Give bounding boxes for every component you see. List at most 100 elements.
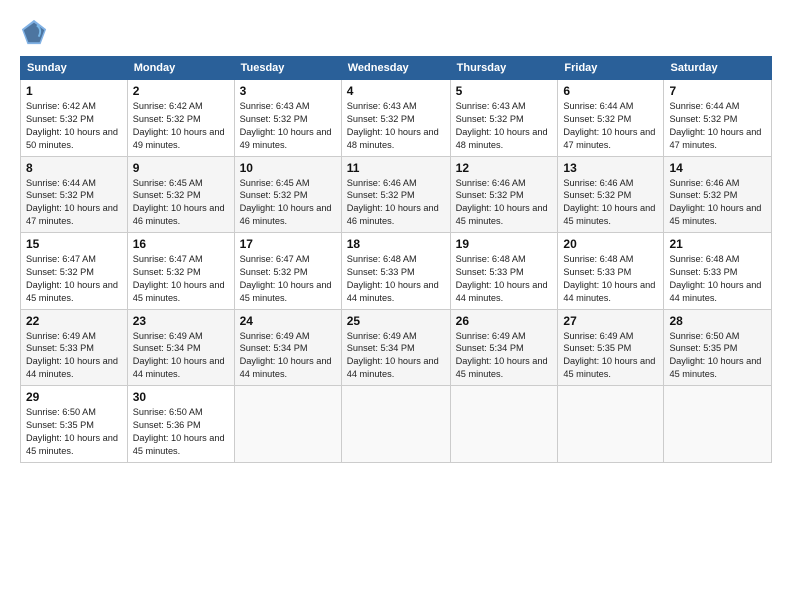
calendar-header-row: SundayMondayTuesdayWednesdayThursdayFrid… — [21, 57, 772, 80]
weekday-header: Thursday — [450, 57, 558, 80]
day-info: Sunrise: 6:49 AMSunset: 5:33 PMDaylight:… — [26, 330, 122, 382]
day-info: Sunrise: 6:49 AMSunset: 5:34 PMDaylight:… — [347, 330, 445, 382]
weekday-header: Sunday — [21, 57, 128, 80]
calendar-cell: 28 Sunrise: 6:50 AMSunset: 5:35 PMDaylig… — [664, 309, 772, 386]
calendar-cell: 27 Sunrise: 6:49 AMSunset: 5:35 PMDaylig… — [558, 309, 664, 386]
calendar-cell: 6 Sunrise: 6:44 AMSunset: 5:32 PMDayligh… — [558, 80, 664, 157]
calendar-cell: 1 Sunrise: 6:42 AMSunset: 5:32 PMDayligh… — [21, 80, 128, 157]
calendar-cell — [234, 386, 341, 463]
day-number: 21 — [669, 237, 766, 251]
calendar-cell: 9 Sunrise: 6:45 AMSunset: 5:32 PMDayligh… — [127, 156, 234, 233]
calendar-week-row: 8 Sunrise: 6:44 AMSunset: 5:32 PMDayligh… — [21, 156, 772, 233]
calendar-cell: 19 Sunrise: 6:48 AMSunset: 5:33 PMDaylig… — [450, 233, 558, 310]
day-info: Sunrise: 6:48 AMSunset: 5:33 PMDaylight:… — [347, 253, 445, 305]
page: SundayMondayTuesdayWednesdayThursdayFrid… — [0, 0, 792, 612]
day-number: 25 — [347, 314, 445, 328]
day-info: Sunrise: 6:47 AMSunset: 5:32 PMDaylight:… — [133, 253, 229, 305]
logo — [20, 18, 52, 46]
calendar-cell: 25 Sunrise: 6:49 AMSunset: 5:34 PMDaylig… — [341, 309, 450, 386]
day-number: 3 — [240, 84, 336, 98]
day-number: 5 — [456, 84, 553, 98]
day-number: 23 — [133, 314, 229, 328]
day-number: 10 — [240, 161, 336, 175]
calendar-week-row: 29 Sunrise: 6:50 AMSunset: 5:35 PMDaylig… — [21, 386, 772, 463]
calendar-cell: 4 Sunrise: 6:43 AMSunset: 5:32 PMDayligh… — [341, 80, 450, 157]
calendar-cell: 16 Sunrise: 6:47 AMSunset: 5:32 PMDaylig… — [127, 233, 234, 310]
day-number: 2 — [133, 84, 229, 98]
logo-icon — [20, 18, 48, 46]
day-number: 4 — [347, 84, 445, 98]
day-number: 7 — [669, 84, 766, 98]
calendar-cell: 7 Sunrise: 6:44 AMSunset: 5:32 PMDayligh… — [664, 80, 772, 157]
calendar-cell: 11 Sunrise: 6:46 AMSunset: 5:32 PMDaylig… — [341, 156, 450, 233]
day-info: Sunrise: 6:47 AMSunset: 5:32 PMDaylight:… — [240, 253, 336, 305]
day-number: 12 — [456, 161, 553, 175]
day-info: Sunrise: 6:50 AMSunset: 5:35 PMDaylight:… — [669, 330, 766, 382]
day-info: Sunrise: 6:49 AMSunset: 5:34 PMDaylight:… — [456, 330, 553, 382]
day-number: 8 — [26, 161, 122, 175]
day-info: Sunrise: 6:46 AMSunset: 5:32 PMDaylight:… — [456, 177, 553, 229]
calendar-cell: 21 Sunrise: 6:48 AMSunset: 5:33 PMDaylig… — [664, 233, 772, 310]
calendar-week-row: 15 Sunrise: 6:47 AMSunset: 5:32 PMDaylig… — [21, 233, 772, 310]
header — [20, 18, 772, 46]
day-number: 13 — [563, 161, 658, 175]
day-info: Sunrise: 6:43 AMSunset: 5:32 PMDaylight:… — [240, 100, 336, 152]
day-number: 26 — [456, 314, 553, 328]
day-info: Sunrise: 6:46 AMSunset: 5:32 PMDaylight:… — [347, 177, 445, 229]
day-info: Sunrise: 6:50 AMSunset: 5:36 PMDaylight:… — [133, 406, 229, 458]
day-number: 29 — [26, 390, 122, 404]
calendar-cell — [341, 386, 450, 463]
calendar-week-row: 22 Sunrise: 6:49 AMSunset: 5:33 PMDaylig… — [21, 309, 772, 386]
calendar-cell: 13 Sunrise: 6:46 AMSunset: 5:32 PMDaylig… — [558, 156, 664, 233]
day-number: 22 — [26, 314, 122, 328]
day-info: Sunrise: 6:50 AMSunset: 5:35 PMDaylight:… — [26, 406, 122, 458]
day-number: 6 — [563, 84, 658, 98]
day-number: 19 — [456, 237, 553, 251]
day-info: Sunrise: 6:42 AMSunset: 5:32 PMDaylight:… — [26, 100, 122, 152]
day-number: 20 — [563, 237, 658, 251]
day-number: 16 — [133, 237, 229, 251]
day-info: Sunrise: 6:44 AMSunset: 5:32 PMDaylight:… — [669, 100, 766, 152]
day-number: 14 — [669, 161, 766, 175]
day-info: Sunrise: 6:45 AMSunset: 5:32 PMDaylight:… — [240, 177, 336, 229]
day-number: 27 — [563, 314, 658, 328]
day-info: Sunrise: 6:44 AMSunset: 5:32 PMDaylight:… — [563, 100, 658, 152]
calendar-cell: 8 Sunrise: 6:44 AMSunset: 5:32 PMDayligh… — [21, 156, 128, 233]
calendar-week-row: 1 Sunrise: 6:42 AMSunset: 5:32 PMDayligh… — [21, 80, 772, 157]
calendar-cell: 15 Sunrise: 6:47 AMSunset: 5:32 PMDaylig… — [21, 233, 128, 310]
day-info: Sunrise: 6:46 AMSunset: 5:32 PMDaylight:… — [563, 177, 658, 229]
calendar-cell: 30 Sunrise: 6:50 AMSunset: 5:36 PMDaylig… — [127, 386, 234, 463]
calendar-cell: 17 Sunrise: 6:47 AMSunset: 5:32 PMDaylig… — [234, 233, 341, 310]
day-number: 17 — [240, 237, 336, 251]
day-info: Sunrise: 6:43 AMSunset: 5:32 PMDaylight:… — [347, 100, 445, 152]
day-info: Sunrise: 6:44 AMSunset: 5:32 PMDaylight:… — [26, 177, 122, 229]
calendar-cell: 3 Sunrise: 6:43 AMSunset: 5:32 PMDayligh… — [234, 80, 341, 157]
weekday-header: Saturday — [664, 57, 772, 80]
calendar-cell: 26 Sunrise: 6:49 AMSunset: 5:34 PMDaylig… — [450, 309, 558, 386]
day-info: Sunrise: 6:49 AMSunset: 5:34 PMDaylight:… — [133, 330, 229, 382]
calendar-cell: 14 Sunrise: 6:46 AMSunset: 5:32 PMDaylig… — [664, 156, 772, 233]
calendar-cell: 23 Sunrise: 6:49 AMSunset: 5:34 PMDaylig… — [127, 309, 234, 386]
calendar-cell: 5 Sunrise: 6:43 AMSunset: 5:32 PMDayligh… — [450, 80, 558, 157]
day-info: Sunrise: 6:48 AMSunset: 5:33 PMDaylight:… — [563, 253, 658, 305]
calendar-cell: 20 Sunrise: 6:48 AMSunset: 5:33 PMDaylig… — [558, 233, 664, 310]
calendar-cell — [664, 386, 772, 463]
day-number: 30 — [133, 390, 229, 404]
day-number: 24 — [240, 314, 336, 328]
day-info: Sunrise: 6:49 AMSunset: 5:35 PMDaylight:… — [563, 330, 658, 382]
day-info: Sunrise: 6:47 AMSunset: 5:32 PMDaylight:… — [26, 253, 122, 305]
weekday-header: Friday — [558, 57, 664, 80]
day-info: Sunrise: 6:48 AMSunset: 5:33 PMDaylight:… — [669, 253, 766, 305]
calendar-cell: 24 Sunrise: 6:49 AMSunset: 5:34 PMDaylig… — [234, 309, 341, 386]
day-number: 1 — [26, 84, 122, 98]
day-info: Sunrise: 6:48 AMSunset: 5:33 PMDaylight:… — [456, 253, 553, 305]
calendar-cell — [450, 386, 558, 463]
day-number: 11 — [347, 161, 445, 175]
weekday-header: Monday — [127, 57, 234, 80]
day-number: 28 — [669, 314, 766, 328]
day-info: Sunrise: 6:43 AMSunset: 5:32 PMDaylight:… — [456, 100, 553, 152]
day-number: 18 — [347, 237, 445, 251]
day-number: 9 — [133, 161, 229, 175]
calendar: SundayMondayTuesdayWednesdayThursdayFrid… — [20, 56, 772, 463]
calendar-cell: 12 Sunrise: 6:46 AMSunset: 5:32 PMDaylig… — [450, 156, 558, 233]
